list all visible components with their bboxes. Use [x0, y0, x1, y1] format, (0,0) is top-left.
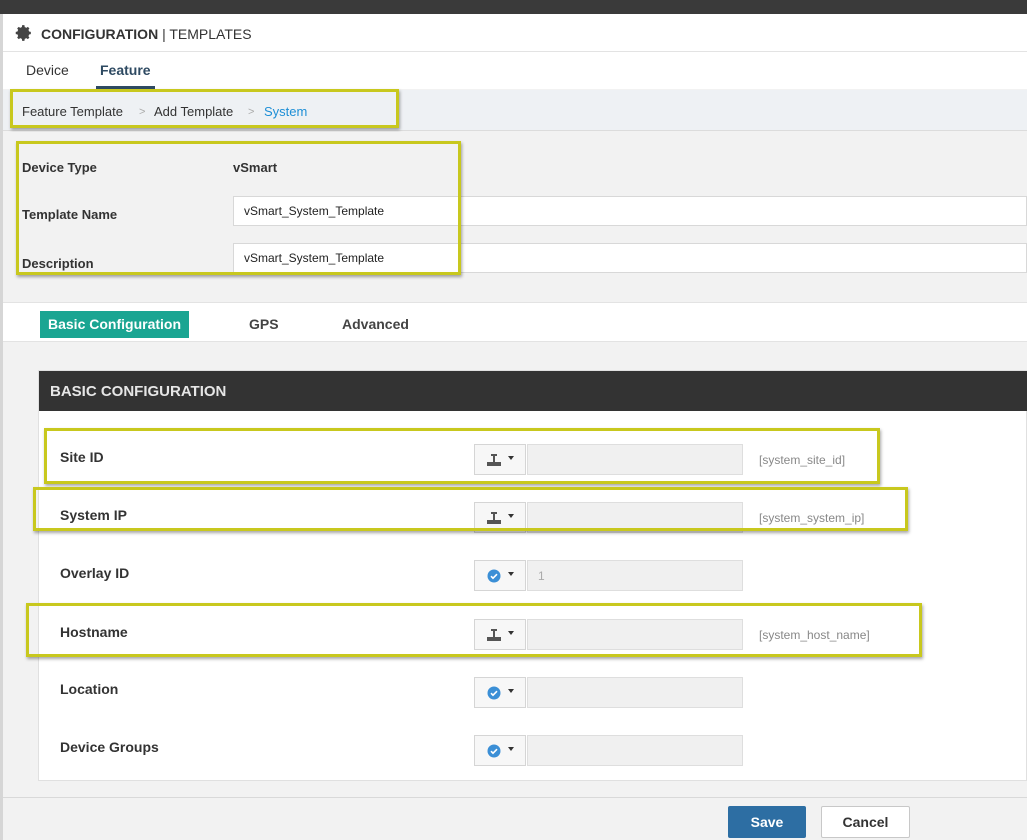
chevron-down-icon	[508, 747, 514, 751]
tab-device[interactable]: Device	[26, 62, 69, 78]
default-check-icon	[487, 686, 501, 700]
highlight-box-breadcrumb	[10, 89, 399, 128]
tab-advanced[interactable]: Advanced	[334, 311, 417, 338]
config-subtabs: Basic Configuration GPS Advanced	[3, 302, 1027, 342]
chevron-down-icon	[508, 572, 514, 576]
page-header: CONFIGURATION | TEMPLATES	[3, 14, 1027, 52]
location-input[interactable]	[527, 677, 743, 708]
location-label: Location	[60, 681, 119, 697]
section-title: BASIC CONFIGURATION	[39, 371, 1027, 411]
location-scope-dropdown[interactable]	[474, 677, 526, 708]
overlay-id-scope-dropdown[interactable]	[474, 560, 526, 591]
tab-feature[interactable]: Feature	[96, 62, 155, 89]
highlight-box-system-ip	[33, 487, 908, 531]
tab-basic-configuration[interactable]: Basic Configuration	[40, 311, 190, 338]
page-title: CONFIGURATION | TEMPLATES	[41, 26, 252, 42]
device-groups-label: Device Groups	[60, 739, 159, 755]
overlay-id-input[interactable]: 1	[527, 560, 743, 591]
highlight-box-template-info	[16, 141, 461, 275]
top-app-bar	[0, 0, 1027, 14]
gear-icon	[15, 25, 31, 41]
footer-bar: Save Cancel	[3, 797, 1027, 840]
device-groups-input[interactable]	[527, 735, 743, 766]
save-button[interactable]: Save	[728, 806, 806, 838]
device-groups-scope-dropdown[interactable]	[474, 735, 526, 766]
overlay-id-label: Overlay ID	[60, 565, 130, 581]
default-check-icon	[487, 569, 501, 583]
default-check-icon	[487, 744, 501, 758]
chevron-down-icon	[508, 689, 514, 693]
top-tabs: Device Feature	[3, 52, 1027, 89]
highlight-box-site-id	[44, 428, 880, 484]
cancel-button[interactable]: Cancel	[821, 806, 910, 838]
tab-gps[interactable]: GPS	[241, 311, 287, 338]
highlight-box-hostname	[26, 603, 922, 657]
